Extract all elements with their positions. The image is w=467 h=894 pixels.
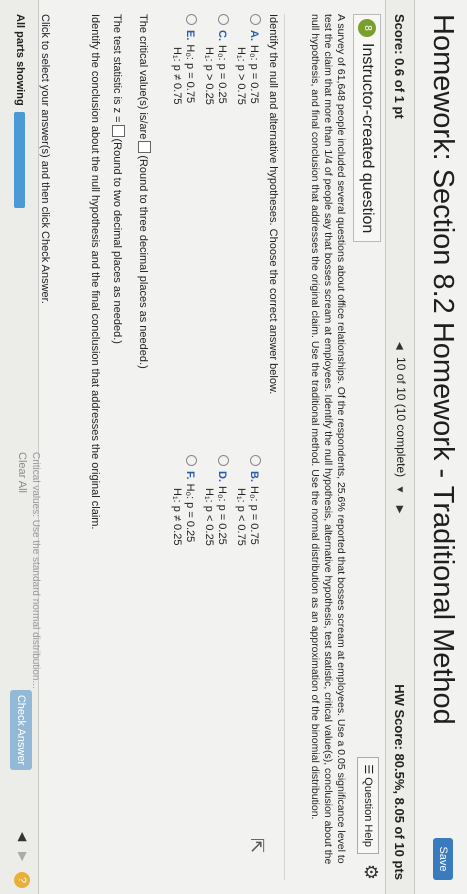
radio-icon[interactable] <box>250 14 261 25</box>
test-statistic-input[interactable] <box>112 124 125 137</box>
footer-bar: Critical values: Use the standard normal… <box>0 0 41 894</box>
mouse-cursor-icon: ⇱ <box>247 838 267 854</box>
answer-option-b[interactable]: B.H₀: p = 0.75 H₁: p < 0.75 <box>234 455 261 546</box>
score-bar: Score: 0.6 of 1 pt ◀ 10 of 10 (10 comple… <box>385 0 415 894</box>
next-icon[interactable]: ▶ <box>16 852 30 861</box>
radio-icon[interactable] <box>218 455 229 466</box>
homework-score: HW Score: 80.5%, 8.05 of 10 pts <box>392 684 407 880</box>
question-badge-icon: 8 <box>358 19 377 37</box>
test-statistic-line: The test statistic is z =(Round to two d… <box>111 14 125 344</box>
conclusion-prompt: Identify the conclusion about the null h… <box>89 14 101 530</box>
save-button[interactable]: Save <box>433 838 453 880</box>
radio-icon[interactable] <box>186 14 197 25</box>
prev-icon[interactable]: ◀ <box>16 832 30 841</box>
gear-icon[interactable]: ⚙ <box>360 864 381 880</box>
homework-page: Homework: Section 8.2 Homework - Traditi… <box>0 0 467 894</box>
instructor-question-label: Instructor-created question <box>359 43 376 234</box>
answer-option-c[interactable]: C.H₀: p = 0.25 H₁: p > 0.25 <box>202 14 229 105</box>
answer-option-d[interactable]: D.H₀: p = 0.25 H₁: p < 0.25 <box>202 455 229 546</box>
critical-value-line: The critical value(s) is/are(Round to th… <box>137 14 151 369</box>
question-position[interactable]: 10 of 10 (10 complete) <box>394 357 408 477</box>
answer-option-a[interactable]: A.H₀: p = 0.75 H₁: p > 0.75 <box>234 14 261 105</box>
instructions-text: Click to select your answer(s) and then … <box>39 14 51 304</box>
next-question-icon[interactable]: ▶ <box>394 506 405 514</box>
question-help-button[interactable]: ☰ Question Help <box>357 757 379 854</box>
problem-statement: A survey of 61,648 people included sever… <box>309 14 347 865</box>
hypotheses-prompt: Identify the null and alternative hypoth… <box>267 14 279 395</box>
screen: Homework: Section 8.2 Homework - Traditi… <box>0 0 467 894</box>
progress-bar <box>14 112 25 208</box>
prev-question-icon[interactable]: ◀ <box>394 342 405 350</box>
question-score: Score: 0.6 of 1 pt <box>392 14 407 119</box>
question-help-label: Question Help <box>362 777 374 847</box>
partially-visible-text: Critical values: Use the standard normal… <box>30 452 41 689</box>
question-list-chevron-icon[interactable]: ▼ <box>394 484 405 494</box>
radio-icon[interactable] <box>250 455 261 466</box>
critical-value-input[interactable] <box>138 141 151 154</box>
check-answer-button[interactable]: Check Answer <box>10 690 32 770</box>
answer-option-e[interactable]: E.H₀: p = 0.75 H₁: p ≠ 0.75 <box>170 14 197 104</box>
answer-option-f[interactable]: F.H₀: p = 0.25 H₁: p ≠ 0.25 <box>170 455 197 545</box>
page-title: Homework: Section 8.2 Homework - Traditi… <box>427 14 459 725</box>
instructor-question-tag: 8 Instructor-created question <box>353 14 381 243</box>
list-icon: ☰ <box>362 764 374 775</box>
clear-all-button[interactable]: Clear All <box>16 452 28 493</box>
parts-label: All parts showing <box>14 14 26 106</box>
radio-icon[interactable] <box>218 14 229 25</box>
radio-icon[interactable] <box>186 455 197 466</box>
question-navigator: ◀ 10 of 10 (10 complete) ▼ ▶ <box>394 338 408 517</box>
divider <box>284 14 285 880</box>
help-icon[interactable]: ? <box>14 872 30 888</box>
